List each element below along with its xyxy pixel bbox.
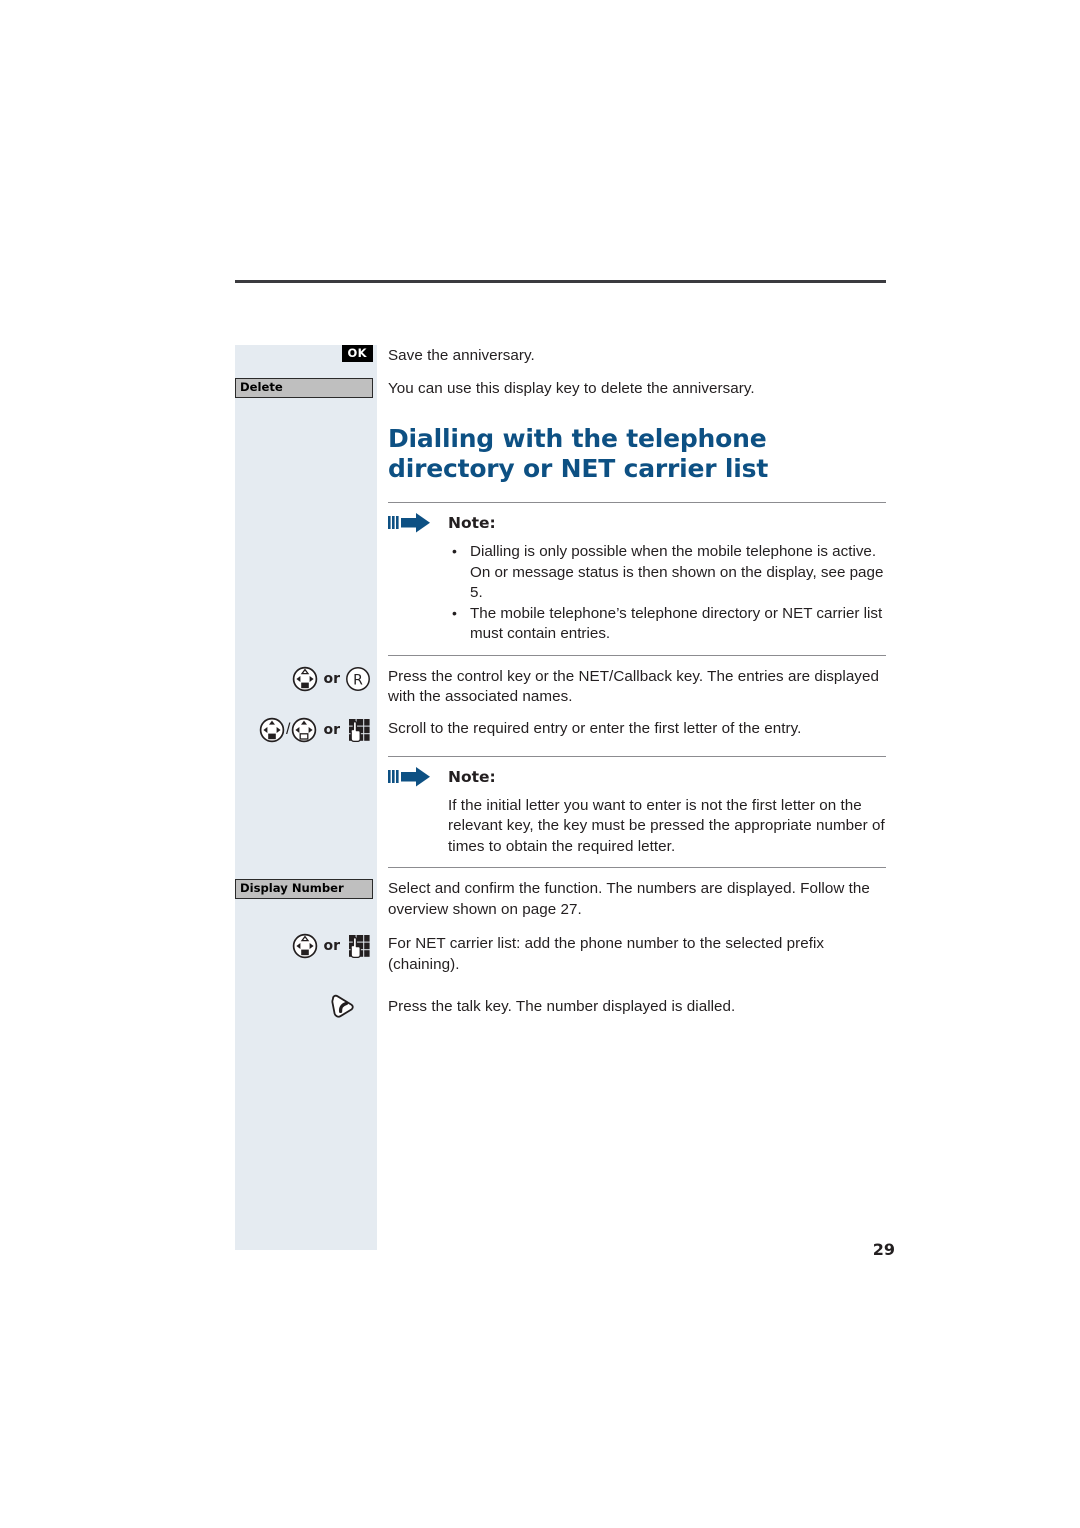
text-scroll-or-enter-letter: Scroll to the required entry or enter th… xyxy=(388,719,802,737)
delete-display-key[interactable]: Delete xyxy=(235,378,373,398)
talk-key-icon[interactable] xyxy=(327,992,357,1020)
gutter-control-r-icons: or R xyxy=(235,665,377,692)
keypad-hand-icon[interactable] xyxy=(345,717,371,743)
text-talk-key: Press the talk key. The number displayed… xyxy=(388,998,736,1015)
body-display-number: Select and confirm the function. The num… xyxy=(377,878,886,920)
text-save-anniversary: Save the anniversary. xyxy=(388,347,535,364)
row-delete-anniversary: Delete You can use this display key to d… xyxy=(235,378,886,399)
body-chapter-heading: Dialling with the telephone directory or… xyxy=(377,424,886,484)
note1-bullet-1: Dialling is only possible when the mobil… xyxy=(448,541,886,604)
or-label-2: or xyxy=(323,721,340,738)
row-net-carrier-chaining: or For NET carrier list: add the phone n… xyxy=(235,932,886,975)
text-delete-anniversary: You can use this display key to delete t… xyxy=(388,380,755,397)
display-number-display-key[interactable]: Display Number xyxy=(235,879,373,899)
gutter-display-number-softkey: Display Number xyxy=(235,878,377,899)
icon-group-control-r: or R xyxy=(235,666,373,692)
text-net-carrier-chaining: For NET carrier list: add the phone numb… xyxy=(388,935,825,973)
ok-key-badge[interactable]: OK xyxy=(341,345,373,362)
body-scroll-or-enter-letter: Scroll to the required entry or enter th… xyxy=(377,716,886,740)
control-key-icon[interactable] xyxy=(292,933,318,959)
gutter-scroll-icons: / or xyxy=(235,716,377,743)
row-chapter-heading: Dialling with the telephone directory or… xyxy=(235,424,886,484)
row-note-prerequisites: Note: Dialling is only possible when the… xyxy=(235,502,886,656)
body-delete-anniversary: You can use this display key to delete t… xyxy=(377,378,886,399)
or-label-1: or xyxy=(323,670,340,687)
icon-group-scroll: / or xyxy=(235,717,373,743)
note1-body: Dialling is only possible when the mobil… xyxy=(388,541,886,645)
note1-header: Note: xyxy=(388,512,886,534)
text-control-or-net-callback: Press the control key or the NET/Callbac… xyxy=(388,667,879,706)
gutter-chaining-icons: or xyxy=(235,932,377,959)
body-save-anniversary: Save the anniversary. xyxy=(377,345,886,366)
row-scroll-or-enter-letter: / or Scroll to the required entry or ent… xyxy=(235,716,886,743)
slash-separator: / xyxy=(286,720,291,738)
note2-title: Note: xyxy=(448,767,496,786)
row-control-or-net-callback: or R Press the control key or the NET/Ca… xyxy=(235,665,886,708)
row-note-initial-letter: Note: If the initial letter you want to … xyxy=(235,755,886,868)
body-note-initial-letter: Note: If the initial letter you want to … xyxy=(377,755,886,868)
note1-title: Note: xyxy=(448,514,496,532)
note-box-dialling-prerequisites: Note: Dialling is only possible when the… xyxy=(388,502,886,656)
body-note-prerequisites: Note: Dialling is only possible when the… xyxy=(377,502,886,656)
body-control-or-net-callback: Press the control key or the NET/Callbac… xyxy=(377,665,886,708)
svg-text:R: R xyxy=(353,672,363,688)
note2-paragraph: If the initial letter you want to enter … xyxy=(448,796,885,855)
gutter-delete-softkey: Delete xyxy=(235,378,377,398)
icon-group-chaining: or xyxy=(235,933,373,959)
note1-bullet-2: The mobile telephone’s telephone directo… xyxy=(448,603,886,645)
row-save-anniversary: OK Save the anniversary. xyxy=(235,345,886,366)
keypad-hand-icon[interactable] xyxy=(345,933,371,959)
row-display-number: Display Number Select and confirm the fu… xyxy=(235,878,886,920)
note-box-initial-letter: Note: If the initial letter you want to … xyxy=(388,755,886,868)
text-display-number: Select and confirm the function. The num… xyxy=(388,880,870,918)
note-arrow-icon xyxy=(388,766,432,788)
control-key-icon[interactable] xyxy=(292,666,318,692)
body-net-carrier-chaining: For NET carrier list: add the phone numb… xyxy=(377,932,886,975)
control-key-icon[interactable] xyxy=(291,717,317,743)
gutter-ok-key: OK xyxy=(235,345,377,362)
document-page: OK Save the anniversary. Delete You can … xyxy=(0,0,1080,1528)
net-callback-r-key-icon[interactable]: R xyxy=(345,666,371,692)
body-talk-key: Press the talk key. The number displayed… xyxy=(377,991,886,1018)
note-arrow-icon xyxy=(388,512,432,534)
note2-body: If the initial letter you want to enter … xyxy=(388,796,886,858)
gutter-talk-key-icon xyxy=(235,991,377,1020)
control-key-icon[interactable] xyxy=(259,717,285,743)
page-number: 29 xyxy=(872,1240,895,1259)
note2-header: Note: xyxy=(388,766,886,788)
header-rule xyxy=(235,280,886,283)
note1-bullet-list: Dialling is only possible when the mobil… xyxy=(448,541,886,645)
row-talk-key: Press the talk key. The number displayed… xyxy=(235,991,886,1020)
or-label-3: or xyxy=(323,938,340,954)
page-title: Dialling with the telephone directory or… xyxy=(388,424,769,483)
content-rows: OK Save the anniversary. Delete You can … xyxy=(235,345,886,1020)
